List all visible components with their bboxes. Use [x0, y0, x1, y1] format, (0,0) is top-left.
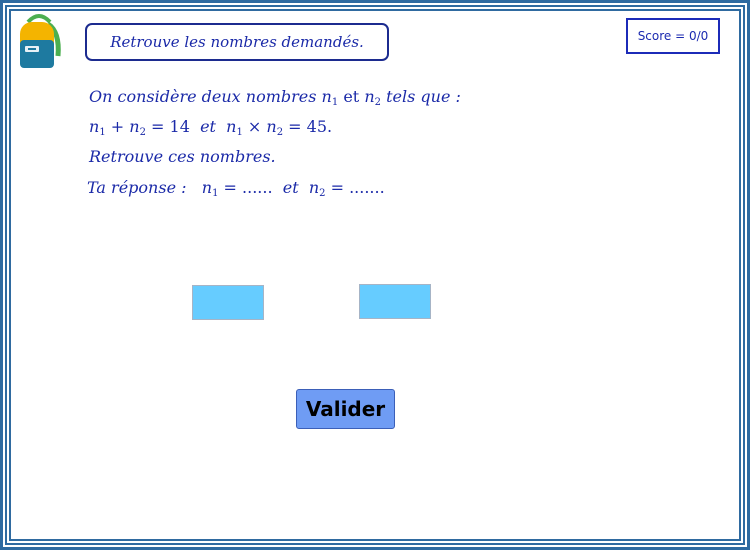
- n1-input[interactable]: [192, 285, 264, 320]
- var-n: n: [321, 87, 332, 106]
- var-n: n: [201, 178, 213, 197]
- var-n: n: [266, 117, 277, 136]
- var-n: n: [364, 87, 375, 106]
- connector: et: [272, 178, 309, 197]
- var-n: n: [89, 117, 100, 136]
- title-text: Retrouve les nombres demandés.: [110, 33, 364, 51]
- problem-line-1: On considère deux nombres n1 et n2 tels …: [89, 85, 461, 115]
- n2-blank: = .......: [325, 178, 385, 197]
- score-box: Score = 0/0: [626, 18, 720, 54]
- var-n: n: [226, 117, 237, 136]
- var-n: n: [129, 117, 140, 136]
- plus-sign: +: [105, 117, 130, 136]
- problem-statement: On considère deux nombres n1 et n2 tels …: [89, 85, 461, 169]
- problem-text: et: [338, 87, 365, 106]
- product-value: = 45.: [283, 117, 333, 136]
- times-sign: ×: [242, 117, 267, 136]
- validate-label: Valider: [305, 397, 386, 421]
- answer-prefix: Ta réponse :: [87, 178, 187, 197]
- problem-line-2: n1 + n2 = 14 et n1 × n2 = 45.: [89, 115, 461, 145]
- validate-button[interactable]: Valider: [296, 389, 395, 429]
- backpack-icon: [20, 14, 61, 68]
- score-text: Score = 0/0: [637, 29, 709, 43]
- n2-input[interactable]: [359, 284, 431, 319]
- problem-text: On considère deux nombres: [89, 87, 322, 106]
- problem-text: tels que :: [381, 87, 461, 106]
- var-n: n: [308, 178, 320, 197]
- problem-text: Retrouve ces nombres.: [89, 147, 276, 166]
- app-canvas: Retrouve les nombres demandés. Score = 0…: [10, 10, 740, 540]
- title-box: Retrouve les nombres demandés.: [85, 23, 389, 61]
- sum-value: = 14: [145, 117, 190, 136]
- n1-blank: = ......: [218, 178, 273, 197]
- problem-line-3: Retrouve ces nombres.: [89, 145, 461, 169]
- connector: et: [189, 117, 227, 136]
- answer-line: Ta réponse : n1 = ...... et n2 = .......: [87, 178, 385, 199]
